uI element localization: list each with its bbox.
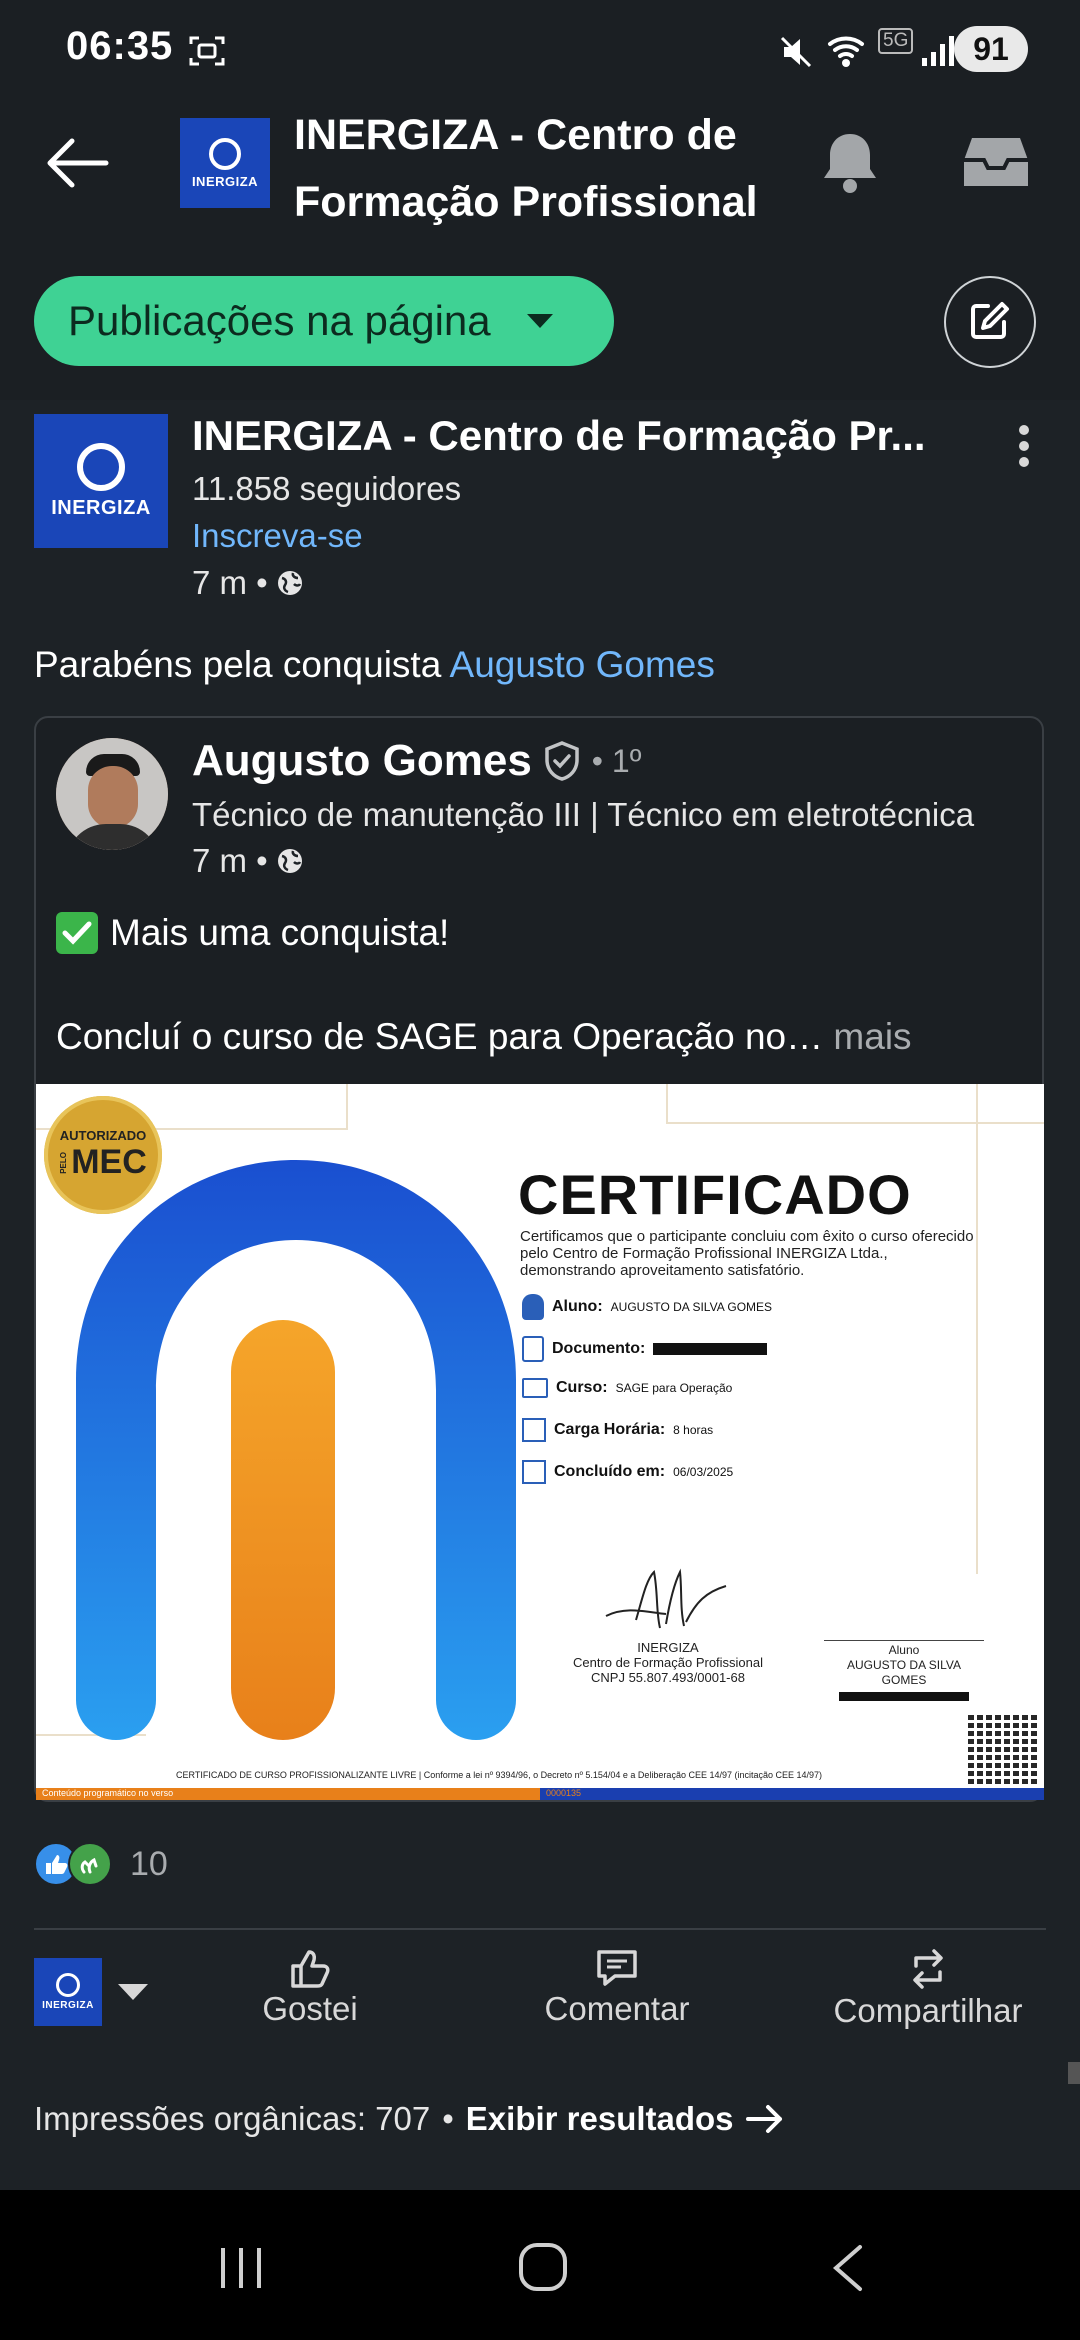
decor-line <box>976 1084 978 1574</box>
recent-apps-icon[interactable] <box>218 2246 264 2290</box>
arrow-right-icon[interactable] <box>745 2104 784 2134</box>
caret-down-icon <box>118 1984 148 2000</box>
cert-concluido-row: Concluído em: 06/03/2025 <box>522 1460 733 1484</box>
celebrate-reaction-icon <box>68 1842 112 1886</box>
globe-icon <box>277 849 302 873</box>
author-headline: Técnico de manutenção III | Técnico em e… <box>192 796 975 833</box>
checkmark-icon <box>56 912 98 954</box>
calendar-check-icon <box>522 1460 546 1484</box>
mute-icon <box>780 36 812 68</box>
certificate-intro: Certificamos que o participante concluiu… <box>520 1228 974 1279</box>
decor-line <box>666 1084 1044 1124</box>
post-caption: Parabéns pela conquista Augusto Gomes <box>34 644 715 685</box>
author-avatar[interactable] <box>56 738 168 850</box>
globe-logo-icon <box>209 137 241 170</box>
cert-aluno-row: Aluno: AUGUSTO DA SILVA GOMES <box>522 1294 772 1320</box>
shared-timestamp: 7 m • <box>192 842 304 880</box>
author-name[interactable]: Augusto Gomes • 1º <box>192 736 641 786</box>
comment-icon <box>597 1950 637 1986</box>
header-logo: INERGIZA <box>180 118 270 208</box>
connection-degree: • 1º <box>591 742 642 779</box>
repost-icon <box>913 1949 943 1989</box>
filter-label: Publicações na página <box>68 297 491 344</box>
signature-scribble <box>605 1568 727 1629</box>
battery-indicator: 91 <box>954 26 1028 72</box>
certificate-number: 0000135 <box>540 1788 1044 1800</box>
more-options-icon[interactable] <box>1014 424 1034 468</box>
student-icon <box>522 1294 544 1320</box>
impressions-label: Impressões orgânicas: 707 <box>34 2100 431 2137</box>
globe-icon <box>277 571 302 595</box>
reaction-summary[interactable]: 10 <box>34 1842 168 1886</box>
bell-icon[interactable] <box>818 130 882 196</box>
back-nav-icon[interactable] <box>830 2244 864 2292</box>
impressions-bar: Impressões orgânicas: 707 • Exibir resul… <box>34 2100 784 2138</box>
inbox-icon[interactable] <box>962 134 1030 190</box>
cert-carga-row: Carga Horária: 8 horas <box>522 1418 713 1442</box>
signature-student: Aluno AUGUSTO DA SILVA GOMES <box>824 1640 984 1701</box>
actor-switcher[interactable]: INERGIZA <box>34 1958 150 2026</box>
cert-documento-row: Documento: <box>522 1336 768 1362</box>
globe-logo-icon <box>77 442 125 491</box>
thumbs-up-icon <box>291 1950 330 1988</box>
redacted-block <box>839 1692 969 1701</box>
subscribe-link[interactable]: Inscreva-se <box>192 517 363 555</box>
post-page-name[interactable]: INERGIZA - Centro de Formação Pr... <box>192 412 932 460</box>
back-arrow-icon[interactable] <box>44 138 110 188</box>
shared-text-line2: Concluí o curso de SAGE para Operação no… <box>56 1016 912 1057</box>
calendar-icon <box>522 1418 546 1442</box>
status-time: 06:35 <box>66 24 174 68</box>
certificate-footer-bar: Conteúdo programático no verso <box>36 1788 540 1800</box>
wifi-icon <box>828 36 864 67</box>
document-icon <box>522 1336 544 1362</box>
network-badge: 5G <box>878 28 914 54</box>
filter-dropdown[interactable]: Publicações na página <box>34 276 614 366</box>
reaction-count: 10 <box>130 1844 168 1883</box>
see-more-link[interactable]: mais <box>833 1016 911 1057</box>
certificate-title: CERTIFICADO <box>518 1163 912 1226</box>
certificate-footer: CERTIFICADO DE CURSO PROFISSIONALIZANTE … <box>176 1770 823 1780</box>
follower-count: 11.858 seguidores <box>192 470 462 507</box>
cert-curso-row: Curso: SAGE para Operação <box>522 1378 732 1398</box>
edit-icon <box>971 302 1009 339</box>
comment-button[interactable]: Comentar <box>532 1946 702 2028</box>
redacted-block <box>653 1343 768 1355</box>
screenshot-icon <box>189 36 225 66</box>
page-avatar[interactable]: INERGIZA <box>34 414 168 548</box>
share-button[interactable]: Compartilhar <box>818 1946 1038 2030</box>
post-timestamp: 7 m • <box>192 564 304 602</box>
create-post-button[interactable] <box>944 276 1074 368</box>
like-button[interactable]: Gostei <box>250 1946 370 2028</box>
home-icon[interactable] <box>518 2242 568 2292</box>
scroll-indicator <box>1068 2062 1080 2084</box>
page-title: INERGIZA - Centro de Formação Profission… <box>294 111 758 226</box>
mention-link[interactable]: Augusto Gomes <box>450 644 715 685</box>
book-icon <box>522 1378 548 1398</box>
verified-shield-icon <box>545 741 579 781</box>
status-bar: 06:35 5G 91 <box>0 0 1080 100</box>
inergiza-arch-logo <box>76 1160 516 1740</box>
shared-text-line1: Mais uma conquista! <box>56 912 449 954</box>
divider <box>34 1928 1046 1930</box>
view-results-link[interactable]: Exibir resultados <box>466 2100 734 2138</box>
globe-logo-icon <box>56 1973 80 1997</box>
actor-avatar: INERGIZA <box>34 1958 102 2026</box>
certificate-image[interactable]: AUTORIZADO PELO MEC CERTIFICADO Certific… <box>36 1084 1044 1800</box>
caret-down-icon <box>526 314 553 328</box>
qr-code <box>968 1712 1040 1784</box>
signature-issuer: INERGIZA Centro de Formação Profissional… <box>572 1640 764 1685</box>
system-nav-bar <box>0 2190 1080 2340</box>
